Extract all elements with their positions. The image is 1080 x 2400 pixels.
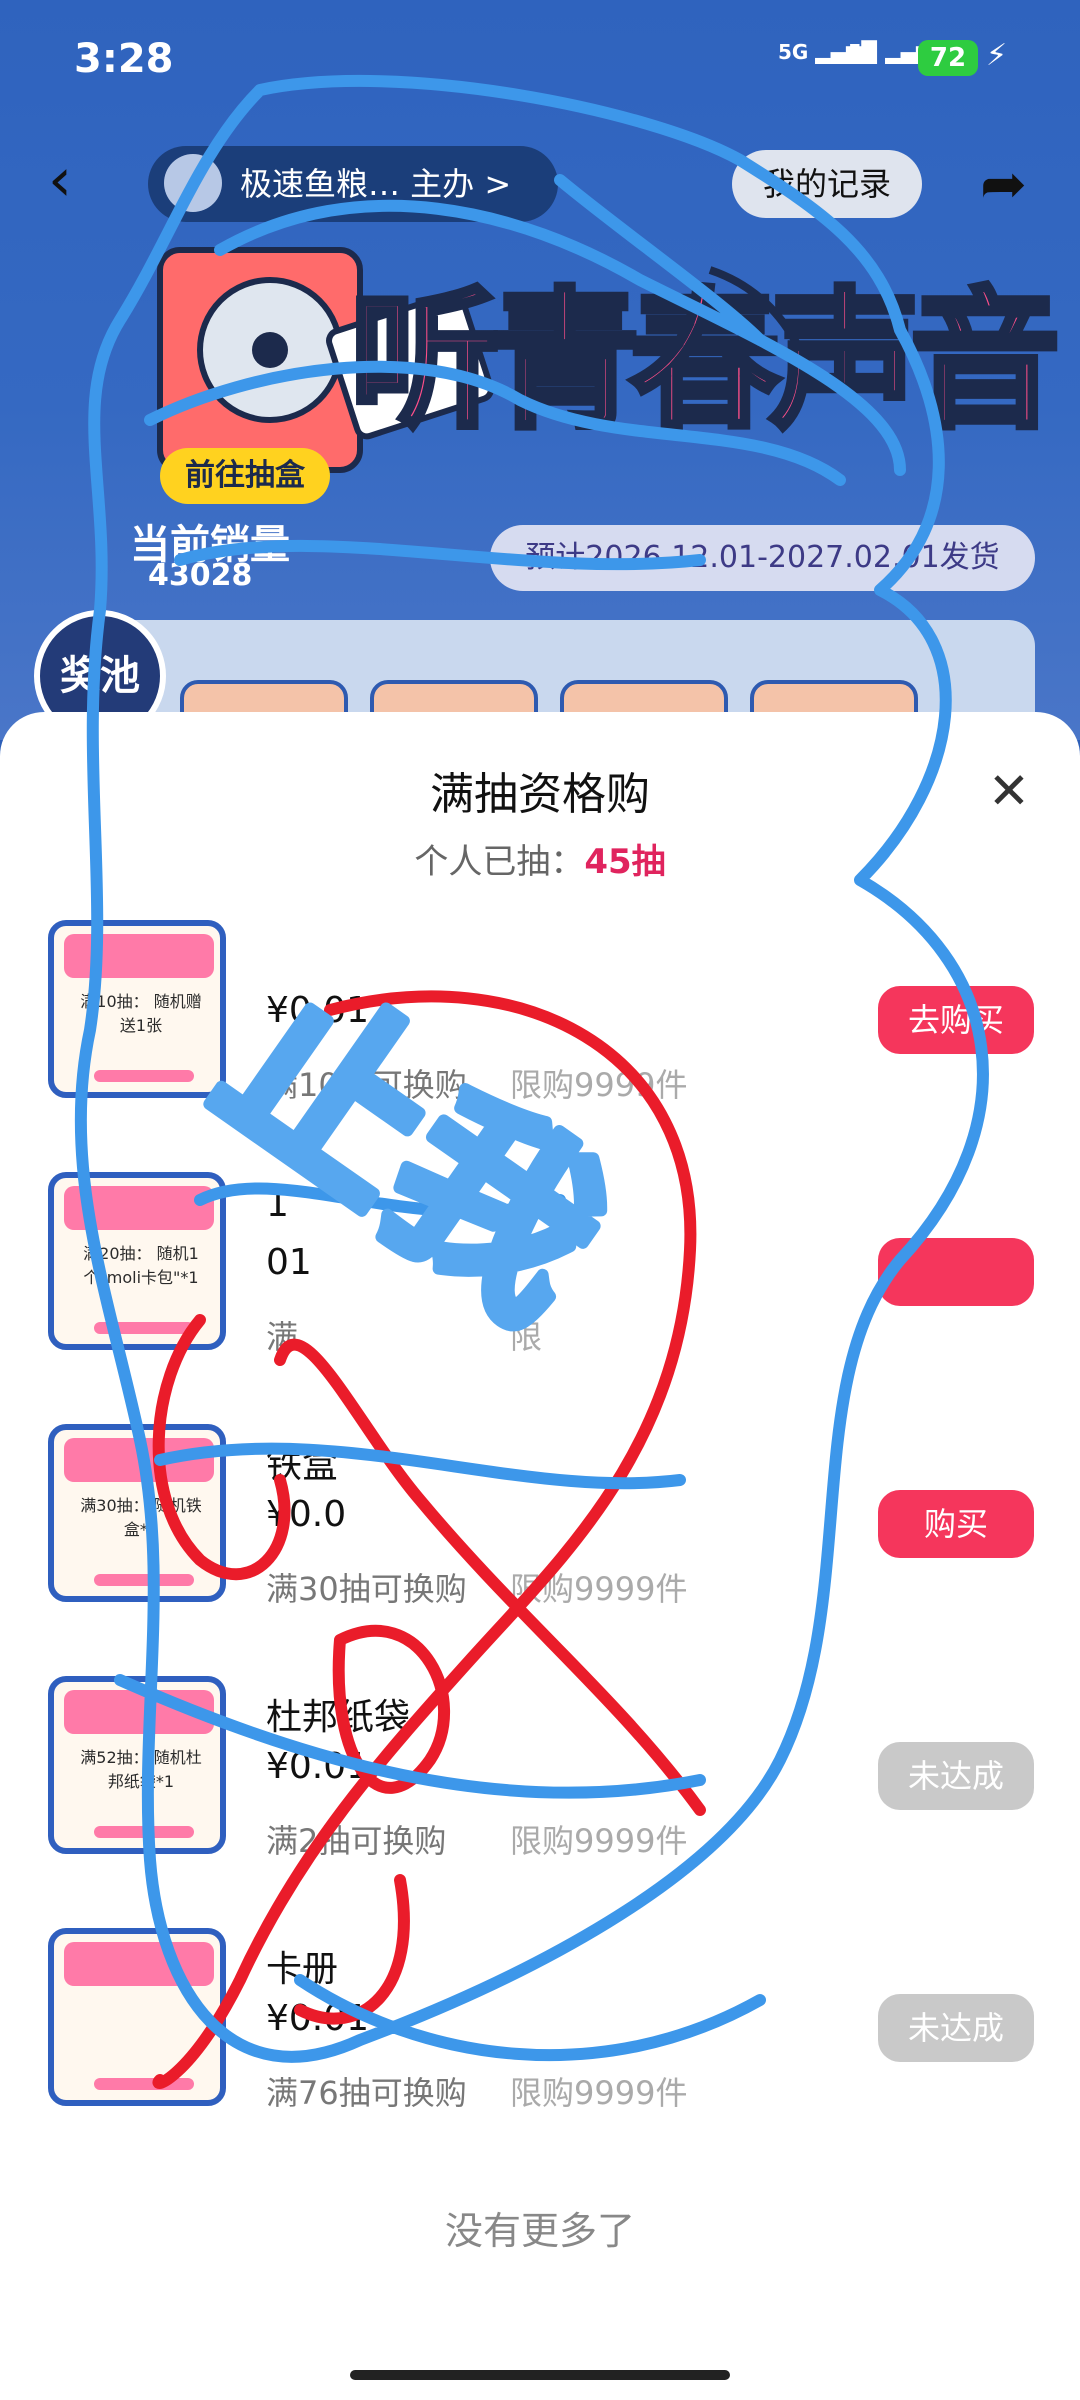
item-thumbnail: 满20抽： 随机1个"moli卡包"*1 — [48, 1172, 226, 1350]
status-time: 3:28 — [74, 36, 174, 82]
shop-name[interactable]: 极速鱼粮… 主办 > — [240, 146, 511, 222]
home-indicator — [350, 2370, 730, 2380]
list-item[interactable]: 满20抽： 随机1个"moli卡包"*1 1 01 满 限 — [0, 1172, 1080, 1392]
item-limit: 限购9999件 — [510, 2074, 688, 2112]
item-limit: 限 — [510, 1318, 543, 1356]
list-item[interactable]: 卡册 ¥0.01 满76抽可换购 限购9999件 未达成 — [0, 1928, 1080, 2148]
buy-button[interactable]: 去购买 — [878, 986, 1034, 1054]
buy-button[interactable] — [878, 1238, 1034, 1306]
item-thumbnail: 满30抽： 随机铁盒*1 — [48, 1424, 226, 1602]
item-condition: 满 — [266, 1318, 299, 1356]
item-condition: 满10抽可换购 — [266, 1066, 467, 1104]
battery-icon: 72 — [918, 40, 978, 76]
buy-button[interactable]: 购买 — [878, 1490, 1034, 1558]
no-more-text: 没有更多了 — [444, 2209, 635, 2253]
draw-count-value: 45抽 — [584, 842, 666, 882]
item-condition: 满2抽可换购 — [266, 1822, 447, 1860]
item-limit: 限购9999件 — [510, 1822, 688, 1860]
item-condition: 满30抽可换购 — [266, 1570, 467, 1608]
item-thumbnail: 满52抽： 随机杜邦纸袋*1 — [48, 1676, 226, 1854]
my-record-button[interactable]: 我的记录 — [732, 150, 922, 218]
item-name: 1 — [266, 1184, 289, 1225]
back-icon[interactable]: ‹ — [48, 150, 72, 210]
item-thumbnail — [48, 1928, 226, 2106]
item-price: ¥0.01 — [266, 1998, 370, 2039]
sales-value: 43028 — [148, 558, 253, 593]
charging-icon: ⚡ — [986, 38, 1008, 73]
item-limit: 限购9999件 — [510, 1066, 688, 1104]
item-condition: 满76抽可换购 — [266, 2074, 467, 2112]
list-item[interactable]: 满52抽： 随机杜邦纸袋*1 杜邦纸袋 ¥0.01 满2抽可换购 限购9999件… — [0, 1676, 1080, 1896]
list-item[interactable]: 满10抽： 随机赠送1张 ¥0.01 满10抽可换购 限购9999件 去购买 — [0, 920, 1080, 1140]
item-name: 杜邦纸袋 — [266, 1697, 411, 1738]
share-icon[interactable]: ➦ — [980, 152, 1027, 217]
item-thumbnail: 满10抽： 随机赠送1张 — [48, 920, 226, 1098]
not-reached-button[interactable]: 未达成 — [878, 1994, 1034, 2062]
item-price: ¥0.0 — [266, 1494, 347, 1535]
item-name: 铁盒 — [266, 1445, 339, 1486]
status-bar: 3:28 5G ▂▄▆█ 5G ▂▄▆█ 72 ⚡ — [0, 0, 1080, 120]
not-reached-button[interactable]: 未达成 — [878, 1742, 1034, 1810]
item-limit: 限购9999件 — [510, 1570, 688, 1608]
ship-period: 预计2026.12.01-2027.02.01发货 — [490, 525, 1035, 591]
item-price: ¥0.01 — [266, 990, 370, 1031]
enter-draw-badge[interactable]: 前往抽盒 — [160, 448, 330, 504]
item-price: ¥0.01 — [266, 1746, 370, 1787]
draw-count-label: 个人已抽： — [414, 842, 585, 882]
banner-title: 听青春声音 — [347, 272, 1063, 452]
item-name: 卡册 — [266, 1949, 339, 1990]
sheet-title: 满抽资格购 — [430, 769, 650, 820]
list-item[interactable]: 满30抽： 随机铁盒*1 铁盒 ¥0.0 满30抽可换购 限购9999件 购买 — [0, 1424, 1080, 1644]
draw-count-line: 个人已抽：45抽 — [0, 834, 1080, 883]
shop-avatar — [164, 154, 222, 212]
item-price: 01 — [266, 1242, 312, 1283]
close-icon[interactable]: ✕ — [988, 762, 1030, 820]
